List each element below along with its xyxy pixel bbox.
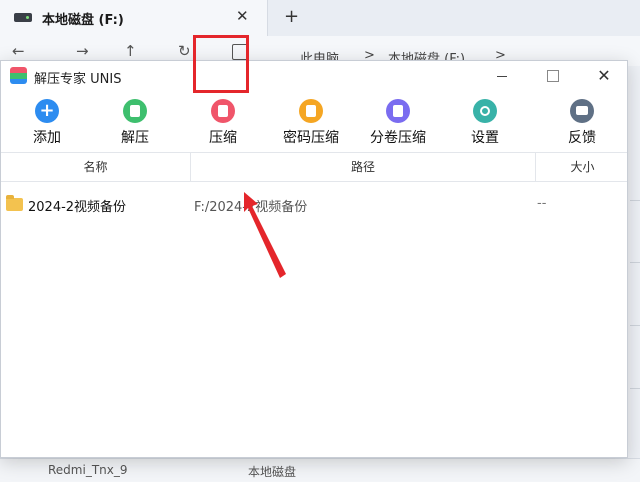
file-path: F:/2024-2视频备份 [194, 200, 308, 215]
add-button[interactable]: 添加 [12, 99, 82, 147]
split-compress-icon [386, 99, 410, 123]
explorer-tab[interactable]: 本地磁盘 (F:) ✕ [0, 0, 268, 36]
close-button[interactable]: ✕ [589, 65, 619, 87]
maximize-icon [547, 70, 559, 82]
add-label: 添加 [33, 130, 61, 146]
explorer-tab-bar: 本地磁盘 (F:) ✕ + [0, 0, 640, 36]
settings-button[interactable]: 设置 [450, 99, 520, 147]
file-name: 2024-2视频备份 [28, 200, 127, 215]
extract-icon [123, 99, 147, 123]
forward-icon[interactable]: → [76, 42, 89, 60]
column-header-size[interactable]: 大小 [536, 153, 627, 182]
minimize-icon [497, 76, 507, 77]
gear-icon [473, 99, 497, 123]
folder-icon [6, 195, 23, 211]
unis-app-window: 解压专家 UNIS ✕ 添加 解压 压缩 密码压缩 分卷压缩 设置 [0, 60, 628, 458]
settings-label: 设置 [471, 130, 499, 146]
back-icon[interactable]: ← [12, 42, 25, 60]
column-header-path[interactable]: 路径 [191, 153, 536, 182]
split-compress-label: 分卷压缩 [370, 130, 426, 146]
explorer-tab-close-icon[interactable]: ✕ [236, 7, 249, 25]
password-compress-button[interactable]: 密码压缩 [276, 99, 346, 147]
file-size: -- [537, 196, 547, 211]
title-bar: 解压专家 UNIS ✕ [1, 61, 627, 91]
maximize-button[interactable] [537, 65, 567, 87]
feedback-icon [570, 99, 594, 123]
main-toolbar: 添加 解压 压缩 密码压缩 分卷压缩 设置 反馈 [1, 91, 627, 151]
divider [630, 262, 640, 263]
column-header-name[interactable]: 名称 [1, 153, 191, 182]
unis-logo-icon [10, 67, 27, 84]
minimize-button[interactable] [487, 65, 517, 87]
up-icon[interactable]: ↑ [124, 42, 137, 60]
bottom-item-label: 本地磁盘 [248, 465, 297, 479]
refresh-icon[interactable]: ↻ [178, 42, 191, 60]
divider [630, 200, 640, 201]
new-tab-button[interactable]: + [284, 6, 299, 27]
divider [630, 388, 640, 389]
app-title: 解压专家 UNIS [34, 72, 122, 87]
compress-icon [211, 99, 235, 123]
split-compress-button[interactable]: 分卷压缩 [363, 99, 433, 147]
file-table-header: 名称 路径 大小 [1, 152, 627, 182]
feedback-button[interactable]: 反馈 [547, 99, 617, 147]
divider [630, 325, 640, 326]
extract-button[interactable]: 解压 [100, 99, 170, 147]
password-compress-label: 密码压缩 [283, 130, 339, 146]
table-row[interactable]: 2024-2视频备份 F:/2024-2视频备份 -- [1, 191, 627, 219]
compress-label: 压缩 [209, 130, 237, 146]
bottom-item-label: Redmi_Tnx_9 [48, 463, 128, 477]
password-compress-icon [299, 99, 323, 123]
extract-label: 解压 [121, 130, 149, 146]
compress-highlight-box [193, 35, 249, 93]
feedback-label: 反馈 [568, 130, 596, 146]
explorer-bottom-strip: Redmi_Tnx_9 本地磁盘 [0, 458, 640, 482]
explorer-tab-title: 本地磁盘 (F:) [42, 13, 124, 28]
add-icon [35, 99, 59, 123]
drive-icon [14, 13, 32, 22]
compress-button[interactable]: 压缩 [188, 99, 258, 147]
